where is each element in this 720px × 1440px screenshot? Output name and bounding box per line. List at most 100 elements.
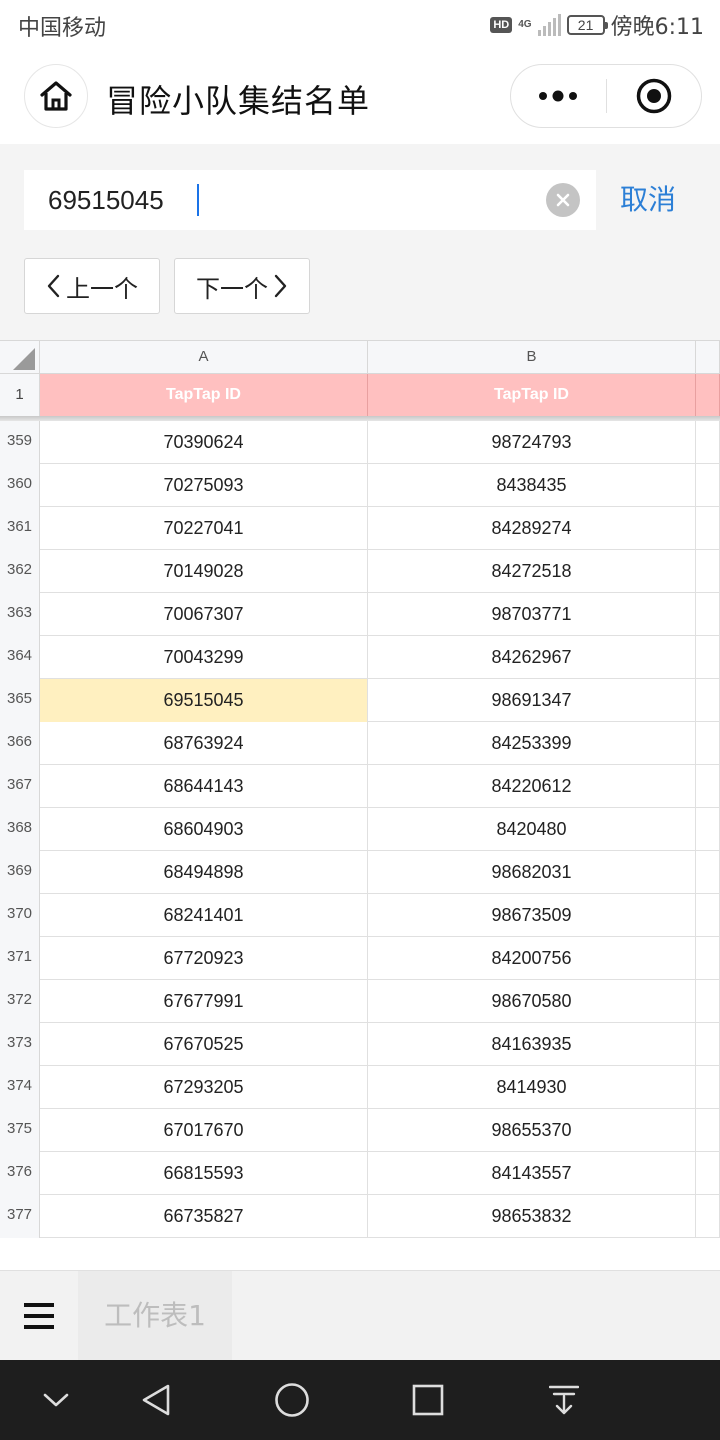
cancel-button[interactable]: 取消 <box>620 178 676 218</box>
row-number[interactable]: 361 <box>0 507 40 550</box>
cell-b[interactable]: 98682031 <box>368 851 696 894</box>
next-match-button[interactable]: 下一个 <box>174 258 310 314</box>
cell-c[interactable] <box>696 1152 720 1195</box>
cell-a[interactable]: 70227041 <box>40 507 368 550</box>
row-number[interactable]: 374 <box>0 1066 40 1109</box>
row-number[interactable]: 360 <box>0 464 40 507</box>
cell-b[interactable]: 98653832 <box>368 1195 696 1238</box>
close-miniprogram-button[interactable] <box>607 65 702 127</box>
back-button[interactable] <box>111 1360 201 1440</box>
cell-b[interactable]: 98691347 <box>368 679 696 722</box>
row-number[interactable]: 363 <box>0 593 40 636</box>
cell-c[interactable] <box>696 765 720 808</box>
cell-b[interactable]: 84143557 <box>368 1152 696 1195</box>
cell-b[interactable]: 84253399 <box>368 722 696 765</box>
cell-a[interactable]: 70067307 <box>40 593 368 636</box>
column-header-b[interactable]: B <box>368 341 696 374</box>
cell-a[interactable]: 67677991 <box>40 980 368 1023</box>
row-number[interactable]: 372 <box>0 980 40 1023</box>
cell-a[interactable]: 70043299 <box>40 636 368 679</box>
cell-b[interactable]: 98703771 <box>368 593 696 636</box>
row-number[interactable]: 368 <box>0 808 40 851</box>
header-cell-b[interactable]: TapTap ID <box>368 374 696 416</box>
cell-b[interactable]: 8420480 <box>368 808 696 851</box>
header-cell-a[interactable]: TapTap ID <box>40 374 368 416</box>
cell-b[interactable]: 84272518 <box>368 550 696 593</box>
sheet-menu-button[interactable] <box>0 1271 78 1361</box>
search-input[interactable] <box>48 170 548 230</box>
cell-a[interactable]: 68604903 <box>40 808 368 851</box>
spreadsheet[interactable]: A B 1 TapTap ID TapTap ID 359 70390624 987… <box>0 340 720 1270</box>
row-number[interactable]: 365 <box>0 679 40 722</box>
cell-c[interactable] <box>696 980 720 1023</box>
header-cell-c[interactable] <box>696 374 720 416</box>
cell-a[interactable]: 68241401 <box>40 894 368 937</box>
more-button[interactable] <box>511 65 606 127</box>
row-number[interactable]: 1 <box>0 374 40 416</box>
hide-keyboard-button[interactable] <box>11 1360 101 1440</box>
cell-c[interactable] <box>696 1023 720 1066</box>
cell-a[interactable]: 67720923 <box>40 937 368 980</box>
column-header-a[interactable]: A <box>40 341 368 374</box>
previous-match-button[interactable]: 上一个 <box>24 258 160 314</box>
recents-button[interactable] <box>383 1360 473 1440</box>
select-all-corner[interactable] <box>0 341 40 374</box>
row-number[interactable]: 366 <box>0 722 40 765</box>
cell-c[interactable] <box>696 636 720 679</box>
cell-c[interactable] <box>696 894 720 937</box>
cell-c[interactable] <box>696 679 720 722</box>
cell-a[interactable]: 68644143 <box>40 765 368 808</box>
home-button[interactable] <box>24 64 88 128</box>
row-number[interactable]: 377 <box>0 1195 40 1238</box>
cell-a[interactable]: 67017670 <box>40 1109 368 1152</box>
cell-a[interactable]: 66815593 <box>40 1152 368 1195</box>
cell-b[interactable]: 84163935 <box>368 1023 696 1066</box>
row-number[interactable]: 364 <box>0 636 40 679</box>
row-number[interactable]: 359 <box>0 421 40 464</box>
row-number[interactable]: 375 <box>0 1109 40 1152</box>
cell-b[interactable]: 8414930 <box>368 1066 696 1109</box>
cell-b[interactable]: 8438435 <box>368 464 696 507</box>
cell-c[interactable] <box>696 808 720 851</box>
cell-c[interactable] <box>696 593 720 636</box>
cell-c[interactable] <box>696 421 720 464</box>
cell-c[interactable] <box>696 722 720 765</box>
cell-a[interactable]: 67293205 <box>40 1066 368 1109</box>
cell-c[interactable] <box>696 464 720 507</box>
cell-c[interactable] <box>696 851 720 894</box>
cell-b[interactable]: 98670580 <box>368 980 696 1023</box>
cell-a[interactable]: 70390624 <box>40 421 368 464</box>
row-number[interactable]: 362 <box>0 550 40 593</box>
row-number[interactable]: 367 <box>0 765 40 808</box>
home-nav-button[interactable] <box>247 1360 337 1440</box>
sheet-tab-1[interactable]: 工作表1 <box>78 1271 232 1361</box>
column-header-c[interactable] <box>696 341 720 374</box>
cell-a[interactable]: 70275093 <box>40 464 368 507</box>
row-number[interactable]: 376 <box>0 1152 40 1195</box>
cell-b[interactable]: 98655370 <box>368 1109 696 1152</box>
cell-c[interactable] <box>696 1195 720 1238</box>
cell-a[interactable]: 68763924 <box>40 722 368 765</box>
cell-c[interactable] <box>696 507 720 550</box>
row-number[interactable]: 370 <box>0 894 40 937</box>
cell-a[interactable]: 68494898 <box>40 851 368 894</box>
cell-b[interactable]: 98724793 <box>368 421 696 464</box>
cell-c[interactable] <box>696 1109 720 1152</box>
row-number[interactable]: 371 <box>0 937 40 980</box>
cell-a[interactable]: 69515045 <box>40 679 368 722</box>
cell-b[interactable]: 84262967 <box>368 636 696 679</box>
cell-b[interactable]: 84289274 <box>368 507 696 550</box>
cell-b[interactable]: 84220612 <box>368 765 696 808</box>
cell-a[interactable]: 67670525 <box>40 1023 368 1066</box>
cell-a[interactable]: 66735827 <box>40 1195 368 1238</box>
cell-a[interactable]: 70149028 <box>40 550 368 593</box>
cell-c[interactable] <box>696 550 720 593</box>
clear-search-button[interactable] <box>546 183 580 217</box>
cell-b[interactable]: 84200756 <box>368 937 696 980</box>
cell-c[interactable] <box>696 937 720 980</box>
notification-pull-button[interactable] <box>519 1360 609 1440</box>
row-number[interactable]: 369 <box>0 851 40 894</box>
cell-c[interactable] <box>696 1066 720 1109</box>
row-number[interactable]: 373 <box>0 1023 40 1066</box>
cell-b[interactable]: 98673509 <box>368 894 696 937</box>
